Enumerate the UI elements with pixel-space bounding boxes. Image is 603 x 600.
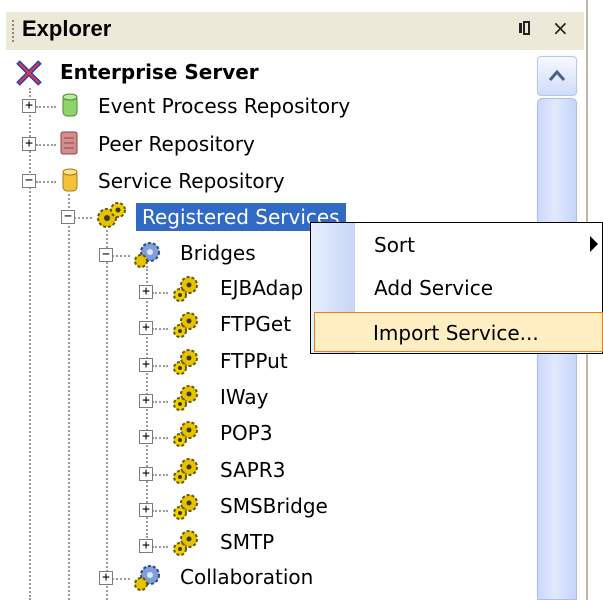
tree-item-peer-repository[interactable]: Peer Repository (98, 132, 255, 156)
tree-item-service-repository[interactable]: Service Repository (98, 169, 285, 193)
tree-item-bridge[interactable]: SAPR3 (220, 458, 285, 482)
pin-icon[interactable] (516, 18, 534, 42)
tree-connector (36, 106, 56, 108)
tree-item-collaboration[interactable]: Collaboration (180, 565, 313, 589)
tree-connector (152, 546, 168, 548)
titlebar-grip[interactable] (12, 20, 16, 42)
tree-connector (152, 474, 168, 476)
tree-guide-root (29, 88, 31, 600)
collapse-toggle-registered-services[interactable]: − (61, 210, 75, 224)
gears-icon (94, 200, 128, 236)
gears-icon (170, 492, 200, 526)
gear-blue-icon (132, 561, 164, 597)
gears-icon (170, 456, 200, 490)
database-red-icon (60, 130, 78, 160)
tree-connector (152, 328, 168, 330)
menu-item-import-service[interactable]: Import Service... (314, 312, 603, 352)
tree-connector (152, 437, 168, 439)
close-icon[interactable]: × (552, 16, 569, 40)
tree-connector (36, 144, 56, 146)
collapse-toggle-service-repo[interactable]: − (22, 174, 36, 188)
tree-connector (152, 401, 168, 403)
gears-icon (170, 274, 200, 308)
collapse-toggle-bridges[interactable]: − (99, 248, 113, 262)
expand-toggle-bridge-item[interactable]: + (139, 430, 153, 444)
menu-item-label: Add Service (374, 276, 493, 300)
tree-connector (36, 181, 56, 183)
gears-icon (170, 528, 200, 562)
expand-toggle-event-repo[interactable]: + (22, 99, 36, 113)
expand-toggle-bridge-item[interactable]: + (139, 394, 153, 408)
tree-item-bridge[interactable]: SMSBridge (220, 494, 328, 518)
expand-toggle-bridge-item[interactable]: + (139, 321, 153, 335)
tree-guide-service-repo (68, 194, 70, 600)
scroll-up-button[interactable] (537, 56, 577, 96)
tree-guide-registered (106, 230, 108, 600)
menu-item-label: Import Service... (373, 321, 539, 345)
gears-icon (170, 347, 200, 381)
expand-toggle-bridge-item[interactable]: + (139, 539, 153, 553)
tree-item-event-process-repository[interactable]: Event Process Repository (98, 94, 350, 118)
tree-connector (152, 365, 168, 367)
tree-connector (112, 578, 130, 580)
tree-root-label[interactable]: Enterprise Server (60, 60, 259, 84)
expand-toggle-bridge-item[interactable]: + (139, 467, 153, 481)
expand-toggle-bridge-item[interactable]: + (139, 285, 153, 299)
tree-connector (152, 510, 168, 512)
enterprise-server-icon (14, 58, 44, 88)
menu-item-label: Sort (374, 233, 415, 257)
gears-icon (170, 419, 200, 453)
tree-item-bridge[interactable]: EJBAdap (220, 276, 303, 300)
tree-connector (112, 255, 130, 257)
submenu-arrow-icon (590, 236, 598, 252)
expand-toggle-collaboration[interactable]: + (99, 571, 113, 585)
tree-item-bridge[interactable]: FTPGet (220, 312, 291, 336)
gears-icon (170, 383, 200, 417)
pin-glyph (519, 21, 530, 35)
database-yellow-icon (62, 168, 78, 198)
gear-blue-icon (132, 238, 164, 274)
gears-icon (170, 310, 200, 344)
expand-toggle-bridge-item[interactable]: + (139, 358, 153, 372)
panel-title: Explorer (22, 16, 112, 41)
menu-item-sort[interactable]: Sort (356, 225, 602, 265)
database-green-icon (62, 93, 78, 123)
chevron-up-icon (548, 69, 566, 81)
tree-item-bridge[interactable]: SMTP (220, 530, 274, 554)
tree-item-bridge[interactable]: FTPPut (220, 349, 288, 373)
tree-item-bridge[interactable]: POP3 (220, 421, 273, 445)
expand-toggle-bridge-item[interactable]: + (139, 503, 153, 517)
tree-connector (74, 217, 92, 219)
expand-toggle-peer-repo[interactable]: + (22, 137, 36, 151)
menu-item-add-service[interactable]: Add Service (356, 268, 602, 308)
tree-item-bridge[interactable]: IWay (220, 385, 269, 409)
tree-item-bridges[interactable]: Bridges (180, 241, 256, 265)
tree-connector (152, 292, 168, 294)
